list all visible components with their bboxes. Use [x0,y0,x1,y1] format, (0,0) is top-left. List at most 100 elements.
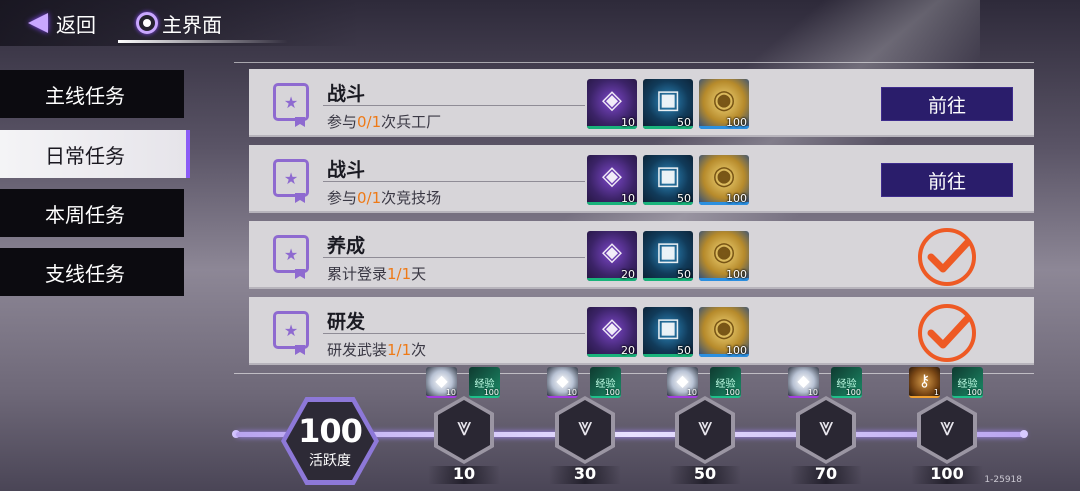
sidebar-item-label: 本周任务 [45,202,125,227]
blue-chip-reward[interactable]: ▣ 50 [643,307,693,357]
reward-quantity: 20 [621,344,635,357]
purple-chip-reward[interactable]: ◈ 10 [587,155,637,205]
blue-chip-icon: ▣ [655,85,681,115]
ticket-reward[interactable]: 经验 100 [590,367,621,398]
ticket-reward[interactable]: 经验 100 [710,367,741,398]
blue-chip-icon: ▣ [655,313,681,343]
task-description: 参与0/1次竞技场 [327,187,441,208]
purple-chip-icon: ◈ [602,237,622,267]
sidebar-item-label: 主线任务 [45,83,125,108]
reward-quantity: 100 [966,388,982,397]
blue-chip-reward[interactable]: ▣ 50 [643,231,693,281]
sidebar-item-daily[interactable]: 日常任务 [0,130,190,178]
purple-chip-icon: ◈ [602,85,622,115]
task-row: ★ 战斗 参与0/1次兵工厂 ◈ 10 ▣ 50 ◉ 100 前往 [249,69,1034,137]
task-desc-prefix: 参与 [327,189,358,207]
gold-coin-icon: ◉ [712,85,736,115]
milestone-logo-icon: ⩔ [818,412,834,442]
task-book-icon: ★ [273,159,313,203]
reward-quantity: 100 [726,192,747,205]
home-label: 主界面 [162,12,222,37]
task-desc-prefix: 研发武装 [327,341,388,359]
completed-check-icon [915,227,979,287]
reward-quantity: 100 [726,116,747,129]
milestone-value: 10 [452,464,476,483]
task-description: 研发武装1/1次 [327,339,426,360]
ticket-reward[interactable]: 经验 100 [952,367,983,398]
star-icon: ★ [273,159,309,197]
ticket-reward[interactable]: 经验 100 [469,367,500,398]
activity-milestone[interactable]: ⩔ 10 [428,396,500,486]
gold-coin-reward[interactable]: ◉ 100 [699,307,749,357]
reward-quantity: 100 [483,388,499,397]
gold-coin-reward[interactable]: ◉ 100 [699,79,749,129]
back-label: 返回 [56,12,96,37]
diamond-reward[interactable]: ◆ 10 [547,367,578,398]
gold-coin-reward[interactable]: ◉ 100 [699,231,749,281]
task-desc-suffix: 次 [411,341,427,359]
blue-chip-reward[interactable]: ▣ 50 [643,79,693,129]
reward-quantity: 10 [621,116,635,129]
star-icon: ★ [273,83,309,121]
goto-button[interactable]: 前往 [881,163,1013,197]
panel-top-line [234,62,1034,63]
activity-milestone[interactable]: ⩔ 100 [911,396,983,486]
task-divider [323,333,585,334]
key-reward[interactable]: ⚷ 1 [909,367,940,398]
blue-chip-reward[interactable]: ▣ 50 [643,155,693,205]
back-arrow-icon [28,11,50,35]
ticket-reward[interactable]: 经验 100 [831,367,862,398]
task-title: 战斗 [327,83,366,105]
purple-chip-icon: ◈ [602,161,622,191]
sidebar-item-label: 支线任务 [45,261,125,286]
task-desc-suffix: 次兵工厂 [381,113,442,131]
reward-quantity: 100 [845,388,861,397]
task-divider [323,105,585,106]
back-button[interactable]: 返回 [28,8,96,38]
reward-quantity: 10 [807,388,818,397]
milestone-value: 70 [814,464,838,483]
purple-chip-reward[interactable]: ◈ 20 [587,307,637,357]
milestone-value: 50 [693,464,717,483]
reward-quantity: 10 [566,388,577,397]
task-description: 参与0/1次兵工厂 [327,111,441,132]
activity-label: 活跃度 [309,453,351,469]
milestone-logo-icon: ⩔ [577,412,593,442]
reward-quantity: 50 [677,268,691,281]
activity-milestone[interactable]: ⩔ 50 [669,396,741,486]
goto-button[interactable]: 前往 [881,87,1013,121]
home-circle-icon [136,12,158,34]
sidebar-item-main[interactable]: 主线任务 [0,70,184,118]
activity-milestone[interactable]: ⩔ 30 [549,396,621,486]
task-row: ★ 养成 累计登录1/1天 ◈ 20 ▣ 50 ◉ 100 [249,221,1034,289]
task-row: ★ 研发 研发武装1/1次 ◈ 20 ▣ 50 ◉ 100 [249,297,1034,365]
reward-quantity: 50 [677,116,691,129]
activity-value: 100 [298,412,363,450]
activity-badge: 100 活跃度 [281,397,379,485]
blue-chip-icon: ▣ [655,161,681,191]
diamond-reward[interactable]: ◆ 10 [667,367,698,398]
reward-quantity: 50 [677,344,691,357]
purple-chip-reward[interactable]: ◈ 10 [587,79,637,129]
sidebar-item-side[interactable]: 支线任务 [0,248,184,296]
task-progress: 1/1 [387,341,412,359]
diamond-reward[interactable]: ◆ 10 [788,367,819,398]
bookmark-tab [295,193,305,203]
milestone-value: 30 [573,464,597,483]
task-title: 战斗 [327,159,366,181]
home-button[interactable]: 主界面 [136,8,222,38]
purple-chip-reward[interactable]: ◈ 20 [587,231,637,281]
reward-quantity: 10 [445,388,456,397]
reward-quantity: 1 [933,388,939,397]
star-icon: ★ [273,235,309,273]
gold-coin-reward[interactable]: ◉ 100 [699,155,749,205]
track-cap-right [1020,430,1028,438]
gold-coin-icon: ◉ [712,237,736,267]
diamond-reward[interactable]: ◆ 10 [426,367,457,398]
task-desc-prefix: 参与 [327,113,358,131]
milestone-value: 100 [930,464,964,483]
reward-quantity: 10 [686,388,697,397]
task-book-icon: ★ [273,83,313,127]
activity-milestone[interactable]: ⩔ 70 [790,396,862,486]
sidebar-item-weekly[interactable]: 本周任务 [0,189,184,237]
